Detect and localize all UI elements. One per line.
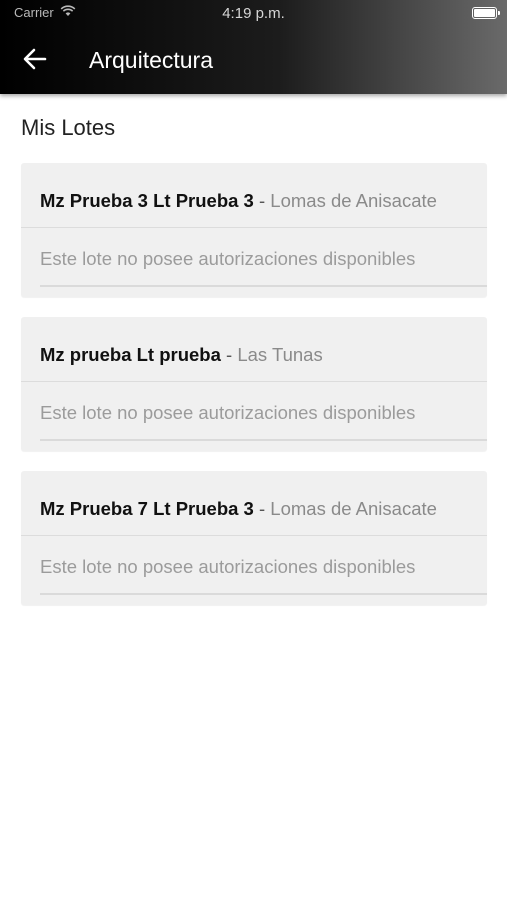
status-time: 4:19 p.m. — [222, 5, 285, 22]
lot-name: Mz prueba Lt prueba — [40, 344, 221, 365]
lot-card-title: Mz prueba Lt prueba - Las Tunas — [40, 343, 323, 367]
status-bar: Carrier 4:19 p.m. — [0, 0, 507, 28]
lot-card-title: Mz Prueba 7 Lt Prueba 3 - Lomas de Anisa… — [40, 497, 437, 521]
lot-name: Mz Prueba 7 Lt Prueba 3 — [40, 498, 254, 519]
lot-neighborhood: Lomas de Anisacate — [270, 498, 437, 519]
card-underline — [40, 439, 487, 441]
lot-separator: - — [220, 344, 238, 365]
section-title: Mis Lotes — [21, 115, 116, 140]
back-button[interactable] — [18, 44, 52, 78]
battery-icon — [472, 7, 500, 19]
card-underline — [40, 593, 487, 595]
lot-neighborhood: Las Tunas — [237, 344, 323, 365]
lot-card[interactable]: Mz prueba Lt prueba - Las Tunas Este lot… — [21, 317, 487, 451]
lot-neighborhood: Lomas de Anisacate — [270, 190, 437, 211]
app-header: Carrier 4:19 p.m. Arquitectura — [0, 0, 507, 94]
card-divider — [21, 535, 487, 536]
lot-card[interactable]: Mz Prueba 3 Lt Prueba 3 - Lomas de Anisa… — [21, 163, 487, 297]
card-divider — [21, 227, 487, 228]
lot-separator: - — [253, 190, 271, 211]
page-title: Arquitectura — [89, 47, 214, 73]
lot-name: Mz Prueba 3 Lt Prueba 3 — [40, 190, 254, 211]
card-underline — [40, 285, 487, 287]
arrow-left-icon — [23, 48, 47, 75]
lot-message: Este lote no posee autorizaciones dispon… — [40, 402, 416, 423]
lot-card-title: Mz Prueba 3 Lt Prueba 3 - Lomas de Anisa… — [40, 189, 437, 213]
lot-separator: - — [253, 498, 271, 519]
lot-message: Este lote no posee autorizaciones dispon… — [40, 556, 416, 577]
lot-card[interactable]: Mz Prueba 7 Lt Prueba 3 - Lomas de Anisa… — [21, 471, 487, 605]
lot-message: Este lote no posee autorizaciones dispon… — [40, 248, 416, 269]
card-divider — [21, 381, 487, 382]
